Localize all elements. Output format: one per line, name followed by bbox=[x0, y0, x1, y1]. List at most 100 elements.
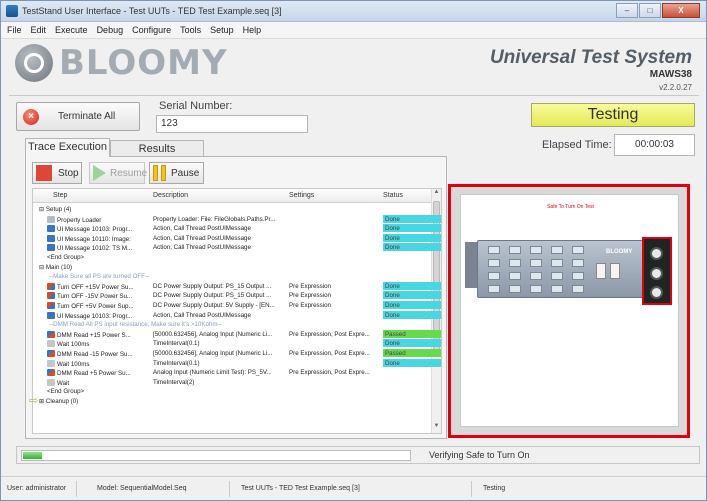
column-header-status[interactable]: Status bbox=[383, 192, 403, 199]
step-name-cell: DMM Read +5 Power Su... bbox=[47, 369, 142, 377]
scroll-up-arrow-icon[interactable]: ▲ bbox=[432, 189, 441, 199]
step-name-cell: Turn OFF -15V Power Su... bbox=[47, 292, 142, 300]
step-name-cell: Wait bbox=[47, 378, 142, 387]
board-chip-image bbox=[530, 246, 542, 254]
step-status-badge: Done bbox=[383, 233, 441, 242]
terminate-all-label: Terminate All bbox=[58, 111, 116, 122]
serial-number-label: Serial Number: bbox=[159, 100, 233, 112]
window-title: TestStand User Interface - Test UUTs - T… bbox=[22, 6, 282, 16]
step-name-cell: UI Message 10103: Progr... bbox=[47, 311, 142, 320]
menu-edit[interactable]: Edit bbox=[31, 25, 47, 35]
board-chip-image bbox=[572, 272, 584, 280]
menu-configure[interactable]: Configure bbox=[132, 25, 171, 35]
step-status-badge: Passed bbox=[383, 329, 441, 338]
highlighted-region bbox=[642, 237, 672, 305]
msg-step-icon bbox=[47, 225, 55, 233]
minimize-button[interactable]: – bbox=[616, 3, 638, 18]
step-description-cell: Action, Call Thread PostUIMessage bbox=[153, 234, 251, 242]
step-status-badge: Done bbox=[383, 310, 441, 319]
board-chip-image bbox=[509, 285, 521, 293]
dmm-step-icon bbox=[47, 330, 55, 338]
menu-file[interactable]: File bbox=[7, 25, 22, 35]
table-row[interactable]: ⊟ Main (10) bbox=[33, 263, 431, 272]
stop-button[interactable]: Stop bbox=[32, 162, 82, 184]
step-description-cell: DC Power Supply Output: 5V Supply - [EN.… bbox=[153, 302, 275, 309]
step-name-text: UI Message 10102: TS M... bbox=[57, 245, 133, 253]
board-chip-image bbox=[488, 285, 500, 293]
menu-tools[interactable]: Tools bbox=[180, 25, 201, 35]
menu-setup[interactable]: Setup bbox=[210, 25, 234, 35]
menu-bar: File Edit Execute Debug Configure Tools … bbox=[1, 22, 706, 39]
table-row[interactable]: --Make Sure all PS are turned OFF-- bbox=[33, 272, 431, 281]
table-row[interactable]: Wait TimeInterval(2) bbox=[33, 378, 431, 387]
table-row[interactable]: DMM Read +15 Power S... [50000.632456], A… bbox=[33, 329, 441, 339]
step-name-cell: UI Message 10103: Progr... bbox=[47, 225, 142, 233]
execution-step-grid[interactable]: Step Description Settings Status ▲ ▼ ⊟ S… bbox=[32, 188, 442, 434]
pwr-step-icon bbox=[47, 302, 55, 309]
step-name-cell: Turn OFF +5V Power Sup... bbox=[47, 302, 142, 310]
column-header-step[interactable]: Step bbox=[53, 192, 67, 199]
step-settings-cell: Pre Expression, Post Expre... bbox=[289, 350, 370, 357]
maximize-button[interactable]: □ bbox=[639, 3, 661, 18]
table-row[interactable]: Turn OFF +15V Power Su... DC Power Supply… bbox=[33, 281, 441, 291]
table-row[interactable]: UI Message 10103: Progr... Action, Call T… bbox=[33, 310, 441, 320]
step-name-text: DMM Read +15 Power S... bbox=[57, 331, 131, 339]
column-header-description[interactable]: Description bbox=[153, 192, 188, 199]
table-row[interactable]: UI Message 10103: Progr... Action, Call T… bbox=[33, 224, 441, 233]
scroll-down-arrow-icon[interactable]: ▼ bbox=[432, 423, 441, 433]
board-chip-image bbox=[572, 259, 584, 267]
board-chip-image bbox=[572, 285, 584, 293]
step-description-cell: DC Power Supply Output: PS_15 Output ... bbox=[153, 292, 272, 300]
step-name-cell: ⊟ Setup (4) bbox=[39, 206, 134, 213]
close-button[interactable]: X bbox=[662, 3, 700, 18]
table-row[interactable]: DMM Read +5 Power Su... Analog Input (Num… bbox=[33, 368, 431, 377]
step-name-text: <End Group> bbox=[47, 254, 85, 261]
step-description-cell: Action, Call Thread PostUIMessage bbox=[153, 311, 251, 319]
table-row[interactable]: --DMM Read All PS input resistance, Make… bbox=[33, 320, 431, 329]
menu-help[interactable]: Help bbox=[243, 25, 262, 35]
step-name-cell: --Make Sure all PS are turned OFF-- bbox=[49, 273, 309, 280]
pause-button[interactable]: Pause bbox=[149, 162, 204, 184]
board-chip-image bbox=[488, 246, 500, 254]
terminate-all-button[interactable]: × Terminate All bbox=[16, 102, 140, 131]
step-description-cell: Property Loader: File: FileGlobals.Paths… bbox=[153, 215, 276, 223]
step-settings-cell: Pre Expression, Post Expre... bbox=[289, 330, 370, 338]
table-row[interactable]: DMM Read -15 Power Su... [50000.632456], … bbox=[33, 349, 441, 358]
table-row[interactable]: ⊟ Setup (4) bbox=[33, 205, 431, 214]
table-row[interactable]: Wait 100ms TimeInterval(0.1) Done bbox=[33, 339, 441, 348]
dmm-step-icon bbox=[47, 369, 55, 377]
board-chip-image bbox=[572, 246, 584, 254]
table-row[interactable]: <End Group> bbox=[33, 387, 431, 396]
menu-debug[interactable]: Debug bbox=[97, 25, 124, 35]
menu-execute[interactable]: Execute bbox=[55, 25, 88, 35]
elapsed-time-value: 00:00:03 bbox=[614, 134, 695, 156]
resume-button[interactable]: Resume bbox=[89, 162, 147, 184]
column-header-settings[interactable]: Settings bbox=[289, 192, 314, 199]
step-settings-cell: Pre Expression bbox=[289, 302, 331, 309]
step-name-cell: DMM Read +15 Power S... bbox=[47, 330, 142, 339]
version-label: v2.2.0.27 bbox=[659, 83, 692, 92]
window-controls: – □ X bbox=[616, 3, 700, 18]
step-status-badge: Done bbox=[383, 291, 441, 300]
table-row[interactable]: ⊞ Cleanup (0) bbox=[33, 397, 431, 406]
wait-step-icon bbox=[47, 340, 55, 348]
status-divider bbox=[471, 481, 472, 497]
table-row[interactable]: Property Loader Property Loader: File: Fi… bbox=[33, 214, 441, 224]
table-row[interactable]: Turn OFF +5V Power Sup... DC Power Supply… bbox=[33, 301, 441, 310]
tab-trace-execution[interactable]: Trace Execution bbox=[25, 138, 110, 157]
table-row[interactable]: UI Message 10102: TS M... Action, Call Th… bbox=[33, 243, 441, 253]
board-chip-image bbox=[509, 246, 521, 254]
serial-number-field[interactable]: 123 bbox=[156, 115, 308, 133]
board-chip-image bbox=[530, 259, 542, 267]
status-bar: User: administrator Model: SequentialMod… bbox=[1, 476, 706, 500]
step-status-badge: Done bbox=[383, 358, 441, 367]
step-name-text: UI Message 10103: Progr... bbox=[57, 312, 133, 320]
table-row[interactable]: UI Message 10110: Image: Action, Call Thr… bbox=[33, 233, 441, 243]
table-row[interactable]: Turn OFF -15V Power Su... DC Power Supply… bbox=[33, 291, 441, 300]
table-row[interactable]: <End Group> bbox=[33, 253, 431, 262]
dmm-step-icon bbox=[47, 350, 55, 357]
board-chip-image bbox=[551, 259, 563, 267]
step-name-text: UI Message 10110: Image: bbox=[57, 235, 131, 243]
pwr-step-icon bbox=[47, 292, 55, 300]
table-row[interactable]: Wait 100ms TimeInterval(0.1) Done bbox=[33, 358, 441, 368]
